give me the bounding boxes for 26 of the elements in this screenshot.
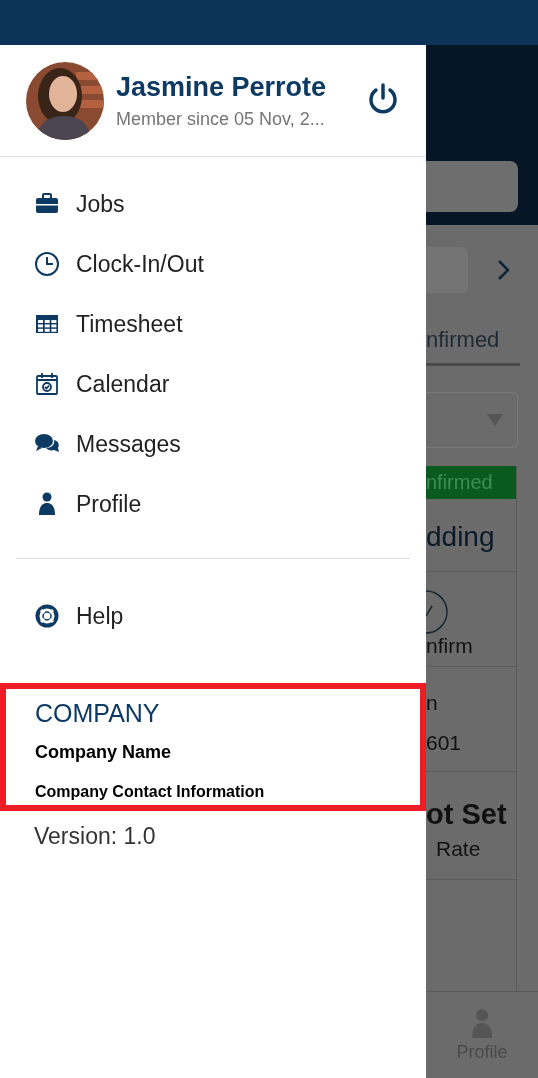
menu-item[interactable]: Calendar <box>0 354 426 414</box>
card-title: dding <box>426 499 516 572</box>
lifebuoy-icon <box>34 603 60 629</box>
date-box <box>426 247 468 293</box>
menu-item[interactable]: Messages <box>0 414 426 474</box>
member-since-text: Member since 05 Nov, 2... <box>116 108 326 130</box>
user-name: Jasmine Perrote <box>116 71 328 103</box>
clock-icon <box>34 251 60 277</box>
menu-item[interactable]: Profile <box>0 474 426 534</box>
calendar-icon <box>34 371 60 397</box>
chevron-right-icon <box>496 258 512 282</box>
company-name: Company Name <box>35 742 173 763</box>
field-value: 601 <box>426 731 463 755</box>
field-label: n <box>426 691 439 715</box>
menu-item[interactable]: Jobs <box>0 174 426 234</box>
version-text: Version: 1.0 <box>33 822 157 850</box>
check-circle-icon <box>426 590 448 634</box>
menu-item[interactable]: Timesheet <box>0 294 426 354</box>
company-contact-text: Company Contact Information <box>35 783 266 801</box>
menu-item[interactable]: Help <box>0 586 426 646</box>
confirm-label: nfirm <box>426 634 474 658</box>
rate-label: Rate <box>435 837 482 861</box>
rate-value: ot Set <box>426 798 508 831</box>
company-heading: COMPANY <box>35 699 161 728</box>
menu-item[interactable]: Clock-In/Out <box>0 234 426 294</box>
power-icon <box>366 82 400 116</box>
